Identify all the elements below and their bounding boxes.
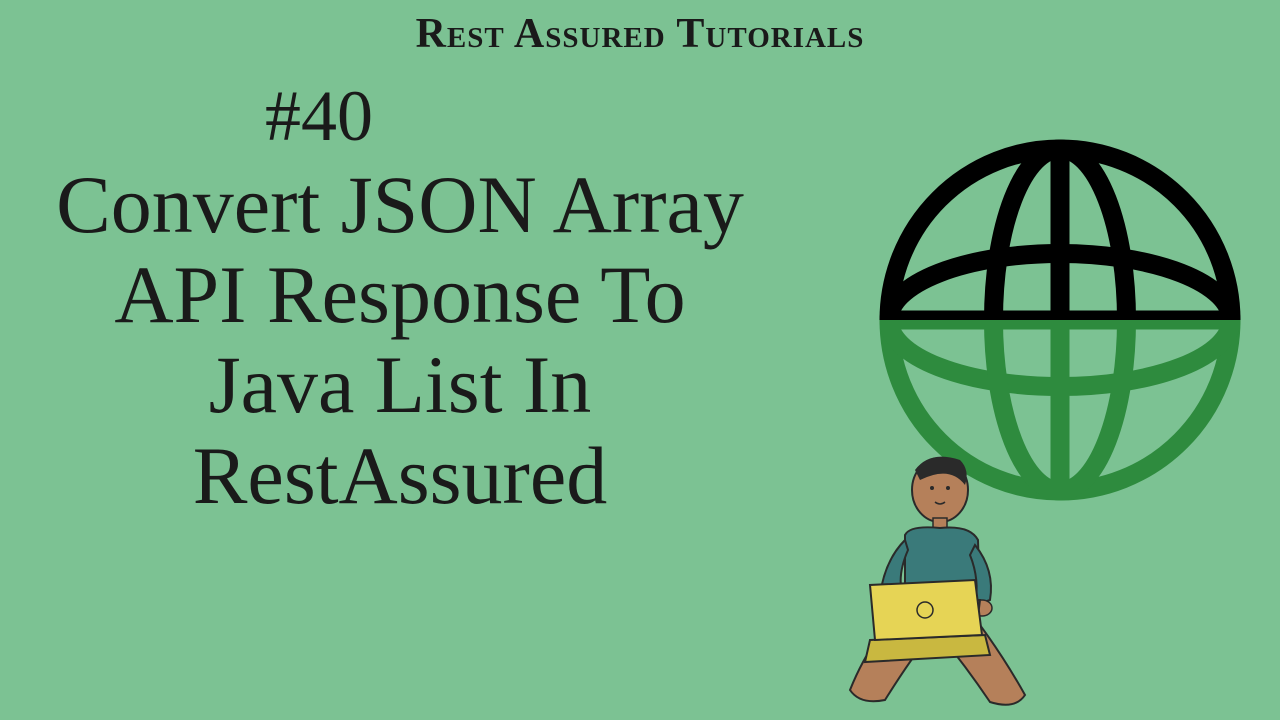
episode-number: #40 [265, 75, 373, 158]
episode-title: Convert JSON Array API Response To Java … [50, 160, 750, 521]
series-title: Rest Assured Tutorials [416, 10, 865, 58]
person-with-laptop-illustration [810, 440, 1050, 720]
